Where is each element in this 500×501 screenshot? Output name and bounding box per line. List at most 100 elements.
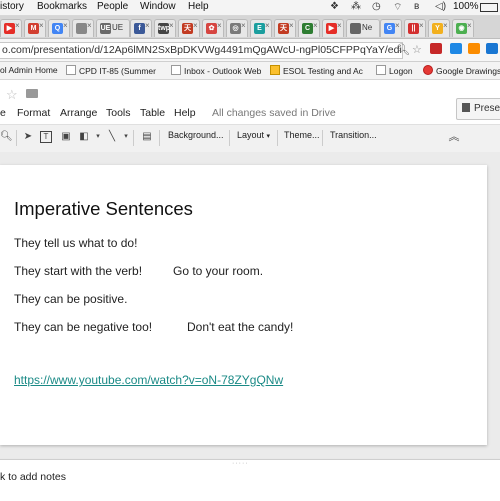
slide-title[interactable]: Imperative Sentences	[14, 198, 193, 220]
browser-tab[interactable]: M ×	[24, 19, 46, 37]
layout-button[interactable]: Layout ▾	[237, 130, 270, 140]
bookmark-admin-home[interactable]: ol Admin Home	[0, 65, 58, 75]
close-icon[interactable]: ×	[193, 21, 198, 30]
browser-tab[interactable]: Y ×	[428, 19, 450, 37]
comment-icon[interactable]: ▤	[141, 131, 153, 143]
tab-strip: ▶ × M × Q × × UE UE f × twp × 天 × ✿ × ◎ × E × 天 × C × ▶ × Ne G × || × Y ×…	[0, 16, 500, 39]
browser-tab[interactable]: ×	[72, 19, 94, 37]
browser-tab[interactable]: ◎ ×	[226, 19, 248, 37]
slide-line-2[interactable]: They start with the verb!	[14, 264, 142, 278]
theme-button[interactable]: Theme...	[284, 130, 320, 140]
bookmark-outlook[interactable]: Inbox - Outlook Web	[171, 65, 261, 76]
extension-blue-icon[interactable]	[450, 43, 462, 54]
slide-link[interactable]: https://www.youtube.com/watch?v=oN-78ZYg…	[14, 373, 283, 387]
menu-window[interactable]: Window	[140, 1, 176, 12]
star-icon[interactable]: ☆	[412, 43, 422, 56]
transition-button[interactable]: Transition...	[330, 130, 377, 140]
clock-icon[interactable]: ◷	[372, 1, 381, 12]
browser-tab[interactable]: ✿ ×	[202, 19, 224, 37]
image-icon[interactable]: ▣	[60, 131, 72, 143]
menu-tools[interactable]: Tools	[106, 107, 131, 119]
browser-tab[interactable]: Ne	[346, 19, 380, 37]
extension-orange-icon[interactable]	[468, 43, 480, 54]
browser-tab[interactable]: f ×	[130, 19, 152, 37]
close-icon[interactable]: ×	[289, 21, 294, 30]
line-icon[interactable]: ╲	[106, 131, 118, 143]
search-icon[interactable]: 🔍︎	[396, 43, 410, 56]
speaker-notes[interactable]: ····· k to add notes	[0, 459, 500, 501]
browser-tab[interactable]: Q ×	[48, 19, 70, 37]
browser-tab[interactable]: 天 ×	[178, 19, 200, 37]
url-field[interactable]: o.com/presentation/d/12Ap6lMN2SxBpDKVWg4…	[0, 42, 403, 59]
browser-tab[interactable]: G ×	[380, 19, 402, 37]
bookmark-logon[interactable]: Logon	[376, 65, 413, 76]
browser-tab[interactable]: ▶ ×	[0, 19, 22, 37]
close-icon[interactable]: ×	[87, 21, 92, 30]
battery-icon[interactable]	[480, 3, 498, 12]
close-icon[interactable]: ×	[15, 21, 20, 30]
close-icon[interactable]: ×	[313, 21, 318, 30]
close-icon[interactable]: ×	[241, 21, 246, 30]
browser-tab[interactable]: ◉ ×	[452, 19, 474, 37]
chevron-down-icon[interactable]: ▾	[120, 131, 132, 143]
extension-dropbox-icon[interactable]	[486, 43, 498, 54]
slide-example-1[interactable]: Go to your room.	[173, 264, 263, 278]
folder-icon[interactable]	[26, 89, 38, 98]
browser-tab[interactable]: C ×	[298, 19, 320, 37]
slide-line-4[interactable]: They can be negative too!	[14, 320, 152, 334]
collapse-icon[interactable]: ︽	[448, 131, 460, 143]
notes-placeholder[interactable]: k to add notes	[0, 471, 66, 483]
chevron-down-icon[interactable]: ▾	[92, 131, 104, 143]
dropbox-icon[interactable]: ❖	[330, 1, 339, 12]
slide-line-1[interactable]: They tell us what to do!	[14, 236, 137, 250]
bookmark-cpd[interactable]: CPD IT-85 (Summer	[66, 65, 156, 76]
extension-red-icon[interactable]	[430, 43, 442, 54]
browser-tab[interactable]: ▶ ×	[322, 19, 344, 37]
close-icon[interactable]: ×	[145, 21, 150, 30]
slide[interactable]: Imperative Sentences They tell us what t…	[0, 165, 487, 445]
menu-bookmarks[interactable]: Bookmarks	[37, 1, 87, 12]
wifi-icon[interactable]: ⌔	[393, 1, 402, 14]
menu-format[interactable]: Format	[17, 107, 50, 119]
menu-arrange[interactable]: Arrange	[60, 107, 97, 119]
text-box-icon[interactable]: T	[40, 131, 52, 143]
close-icon[interactable]: ×	[395, 21, 400, 30]
close-icon[interactable]: ×	[39, 21, 44, 30]
close-icon[interactable]: ×	[265, 21, 270, 30]
present-label: Prese	[474, 103, 500, 114]
slide-example-2[interactable]: Don't eat the candy!	[187, 320, 293, 334]
star-icon[interactable]: ☆	[6, 87, 18, 103]
present-button[interactable]: Prese	[456, 98, 500, 120]
close-icon[interactable]: ×	[419, 21, 424, 30]
browser-tab[interactable]: UE UE	[96, 19, 130, 37]
browser-tab[interactable]: twp ×	[154, 19, 176, 37]
resize-grip[interactable]: ·····	[232, 460, 249, 467]
browser-tab[interactable]: || ×	[404, 19, 426, 37]
close-icon[interactable]: ×	[169, 21, 174, 30]
menu-people[interactable]: People	[97, 1, 128, 12]
zoom-icon[interactable]: 🔍︎	[0, 131, 13, 143]
close-icon[interactable]: ×	[443, 21, 448, 30]
bookmark-esol[interactable]: ESOL Testing and Ac	[270, 65, 363, 76]
menu-table[interactable]: Table	[140, 107, 165, 119]
browser-tab[interactable]: 天 ×	[274, 19, 296, 37]
shape-icon[interactable]: ◧	[78, 131, 90, 143]
background-button[interactable]: Background...	[168, 130, 224, 140]
browser-tab[interactable]: E ×	[250, 19, 272, 37]
select-cursor-icon[interactable]: ➤	[22, 131, 34, 143]
pinwheel-icon: ✿	[206, 23, 217, 34]
menu-help[interactable]: Help	[188, 1, 209, 12]
close-icon[interactable]: ×	[217, 21, 222, 30]
menu-help[interactable]: Help	[174, 107, 196, 119]
bluetooth-icon[interactable]: ʙ	[414, 1, 419, 12]
close-icon[interactable]: ×	[63, 21, 68, 30]
volume-icon[interactable]: ◁)	[435, 1, 446, 12]
close-icon[interactable]: ×	[337, 21, 342, 30]
close-icon[interactable]: ×	[467, 21, 472, 30]
wifi-signal-icon[interactable]: ⁂	[351, 1, 361, 12]
bookmark-google-drawings[interactable]: Google Drawings	[423, 65, 500, 76]
menu-file[interactable]: e	[0, 107, 6, 119]
slide-line-3[interactable]: They can be positive.	[14, 292, 127, 306]
menu-history[interactable]: istory	[0, 1, 24, 12]
folder-icon	[66, 65, 76, 75]
